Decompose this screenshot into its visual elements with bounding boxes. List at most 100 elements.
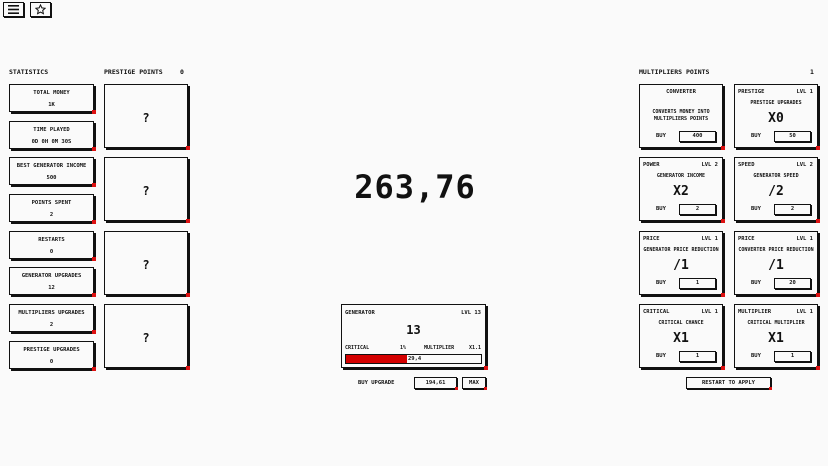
card-buy-button[interactable]: 1	[679, 351, 716, 362]
critical-label: CRITICAL	[345, 345, 370, 351]
card-title: POWER	[643, 162, 660, 168]
prestige-slot[interactable]: ?	[104, 157, 190, 223]
card-description: CRITICAL MULTIPLIER	[747, 320, 805, 326]
stat-label: MULTIPLIERS UPGRADES	[18, 310, 85, 316]
card-buy-label: BUY	[656, 206, 666, 212]
prestige-slot-label: ?	[142, 111, 150, 125]
card-buy-label: BUY	[656, 353, 666, 359]
hamburger-icon	[8, 5, 19, 14]
card-level: LVL 2	[796, 162, 813, 168]
converter-price-card: PRICE LVL 1 CONVERTER PRICE REDUCTION /1…	[734, 231, 820, 297]
card-multiplier: x0	[768, 111, 784, 126]
money-counter: 263,76	[354, 168, 476, 206]
buy-max-button[interactable]: MAX	[462, 377, 487, 390]
stat-best-generator-income: BEST GENERATOR INCOME 500	[9, 157, 96, 187]
stat-label: BEST GENERATOR INCOME	[16, 163, 87, 169]
card-buy-label: BUY	[751, 206, 761, 212]
critical-multiplier-card: MULTIPLIER LVL 1 CRITICAL MULTIPLIER x1 …	[734, 304, 820, 370]
multiplier-value: x1.1	[468, 345, 481, 351]
card-level: LVL 1	[796, 236, 813, 242]
card-buy-button[interactable]: 2	[679, 204, 716, 215]
card-buy-button[interactable]: 400	[679, 131, 716, 142]
star-icon	[35, 4, 46, 15]
card-buy-button[interactable]: 2	[774, 204, 811, 215]
generator-progress-text: 29,4	[408, 356, 422, 362]
prestige-slot[interactable]: ?	[104, 84, 190, 150]
prestige-slot[interactable]: ?	[104, 231, 190, 297]
card-buy-label: BUY	[751, 280, 761, 286]
card-multiplier: x1	[768, 331, 784, 346]
stat-generator-upgrades: GENERATOR UPGRADES 12	[9, 267, 96, 297]
stat-prestige-upgrades: PRESTIGE UPGRADES 0	[9, 341, 96, 371]
stat-label: TIME PLAYED	[33, 127, 70, 133]
card-multiplier: /1	[768, 258, 784, 273]
stat-value: 1K	[48, 102, 55, 108]
generator-count: 13	[406, 323, 421, 337]
card-level: LVL 1	[796, 309, 813, 315]
card-description: PRESTIGE UPGRADES	[750, 100, 802, 106]
card-level: LVL 1	[701, 309, 718, 315]
card-description: GENERATOR INCOME	[656, 173, 706, 179]
stat-value: 0	[49, 359, 54, 365]
stat-value: 500	[46, 175, 57, 181]
stat-label: RESTARTS	[38, 237, 65, 243]
multipliers-points-title: MULTIPLIERS POINTS	[639, 68, 710, 76]
card-level: LVL 1	[796, 89, 813, 95]
stat-restarts: RESTARTS 0	[9, 231, 96, 261]
multipliers-points-value: 1	[810, 68, 814, 76]
stat-value: 12	[48, 285, 55, 291]
card-buy-label: BUY	[656, 133, 666, 139]
buy-upgrade-price-button[interactable]: 194,61	[414, 377, 458, 390]
stat-time-played: TIME PLAYED 0D 0H 0M 30S	[9, 121, 96, 151]
card-description: CONVERTS MONEY INTO MULTIPLIERS POINTS	[652, 109, 710, 122]
card-buy-label: BUY	[751, 353, 761, 359]
prestige-slot-label: ?	[142, 258, 150, 272]
stat-value: 0	[49, 249, 54, 255]
prestige-points-title: PRESTIGE POINTS	[104, 68, 163, 76]
card-level: LVL 2	[701, 162, 718, 168]
restart-to-apply-button[interactable]: RESTART TO APPLY	[686, 377, 772, 390]
converter-card: CONVERTER CONVERTS MONEY INTO MULTIPLIER…	[639, 84, 725, 150]
card-multiplier: /1	[673, 258, 689, 273]
prestige-slot-label: ?	[142, 184, 150, 198]
card-description: CONVERTER PRICE REDUCTION	[738, 247, 814, 253]
stat-label: PRESTIGE UPGRADES	[23, 347, 80, 353]
card-buy-button[interactable]: 1	[679, 278, 716, 289]
card-title: CONVERTER	[666, 89, 696, 95]
card-buy-label: BUY	[751, 133, 761, 139]
stat-value: 0D 0H 0M 30S	[31, 139, 72, 145]
power-card: POWER LVL 2 GENERATOR INCOME x2 BUY 2	[639, 157, 725, 223]
stat-label: POINTS SPENT	[31, 200, 72, 206]
prestige-multiplier-card: PRESTIGE LVL 1 PRESTIGE UPGRADES x0 BUY …	[734, 84, 820, 150]
card-title: SPEED	[738, 162, 755, 168]
card-description: CRITICAL CHANCE	[658, 320, 704, 326]
card-multiplier: x2	[673, 184, 689, 199]
stat-total-money: TOTAL MONEY 1K	[9, 84, 96, 114]
generator-title: GENERATOR	[345, 310, 375, 316]
menu-button[interactable]	[3, 2, 24, 17]
card-buy-button[interactable]: 1	[774, 351, 811, 362]
speed-card: SPEED LVL 2 GENERATOR SPEED /2 BUY 2	[734, 157, 820, 223]
statistics-title: STATISTICS	[9, 68, 49, 76]
prestige-slot[interactable]: ?	[104, 304, 190, 370]
card-description: GENERATOR PRICE REDUCTION	[643, 247, 719, 253]
card-title: MULTIPLIER	[738, 309, 772, 315]
critical-value: 1%	[400, 345, 407, 351]
card-level: LVL 1	[701, 236, 718, 242]
generator-card[interactable]: GENERATOR LVL 13 13 CRITICAL 1% MULTIPLI…	[341, 304, 488, 370]
card-buy-button[interactable]: 50	[774, 131, 811, 142]
card-title: PRESTIGE	[738, 89, 765, 95]
stat-label: GENERATOR UPGRADES	[21, 273, 82, 279]
card-title: PRICE	[643, 236, 660, 242]
stat-multipliers-upgrades: MULTIPLIERS UPGRADES 2	[9, 304, 96, 334]
prestige-slot-label: ?	[142, 331, 150, 345]
card-buy-button[interactable]: 20	[774, 278, 811, 289]
card-buy-label: BUY	[656, 280, 666, 286]
multiplier-label: MULTIPLIER	[424, 345, 455, 351]
card-description: GENERATOR SPEED	[753, 173, 799, 179]
card-title: CRITICAL	[643, 309, 670, 315]
favorite-button[interactable]	[30, 2, 51, 17]
critical-chance-card: CRITICAL LVL 1 CRITICAL CHANCE x1 BUY 1	[639, 304, 725, 370]
card-title: PRICE	[738, 236, 755, 242]
card-multiplier: x1	[673, 331, 689, 346]
